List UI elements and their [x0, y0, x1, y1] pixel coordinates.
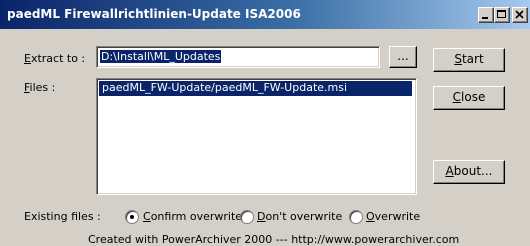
files-list[interactable]: paedML_FW-Update/paedML_FW-Update.msi — [96, 78, 417, 195]
extract-path-input[interactable]: D:\Install\ML_Updates — [96, 46, 380, 68]
extract-path-value: D:\Install\ML_Updates — [100, 50, 222, 63]
close-icon — [515, 10, 524, 19]
option-label-overwrite[interactable]: Overwrite — [366, 210, 420, 223]
footer-credit: Created with PowerArchiver 2000 --- http… — [88, 233, 460, 246]
list-item[interactable]: paedML_FW-Update/paedML_FW-Update.msi — [99, 81, 412, 96]
radio-confirm-overwrite[interactable] — [125, 210, 139, 224]
start-button[interactable]: Start — [433, 48, 505, 72]
minimize-icon — [482, 17, 488, 19]
about-button[interactable]: About... — [433, 160, 505, 184]
existing-files-label: Existing files : — [24, 210, 101, 223]
files-label: Files : — [24, 81, 56, 94]
radio-dont-overwrite[interactable] — [240, 210, 254, 224]
radio-overwrite[interactable] — [349, 210, 363, 224]
radio-selected-dot — [130, 215, 134, 219]
option-label-confirm-overwrite[interactable]: Confirm overwrite — [143, 210, 242, 223]
option-label-dont-overwrite[interactable]: Don't overwrite — [257, 210, 342, 223]
maximize-icon — [497, 10, 506, 18]
maximize-button[interactable] — [494, 7, 510, 23]
close-button[interactable]: Close — [433, 86, 505, 110]
window-title: paedML Firewallrichtlinien-Update ISA200… — [7, 7, 301, 21]
title-bar[interactable]: paedML Firewallrichtlinien-Update ISA200… — [0, 0, 530, 29]
file-name: paedML_FW-Update/paedML_FW-Update.msi — [102, 81, 348, 94]
extract-to-label: Extract to : — [24, 52, 86, 65]
browse-button[interactable]: ... — [389, 46, 417, 68]
close-window-button[interactable] — [512, 7, 528, 23]
minimize-button[interactable] — [478, 7, 494, 23]
